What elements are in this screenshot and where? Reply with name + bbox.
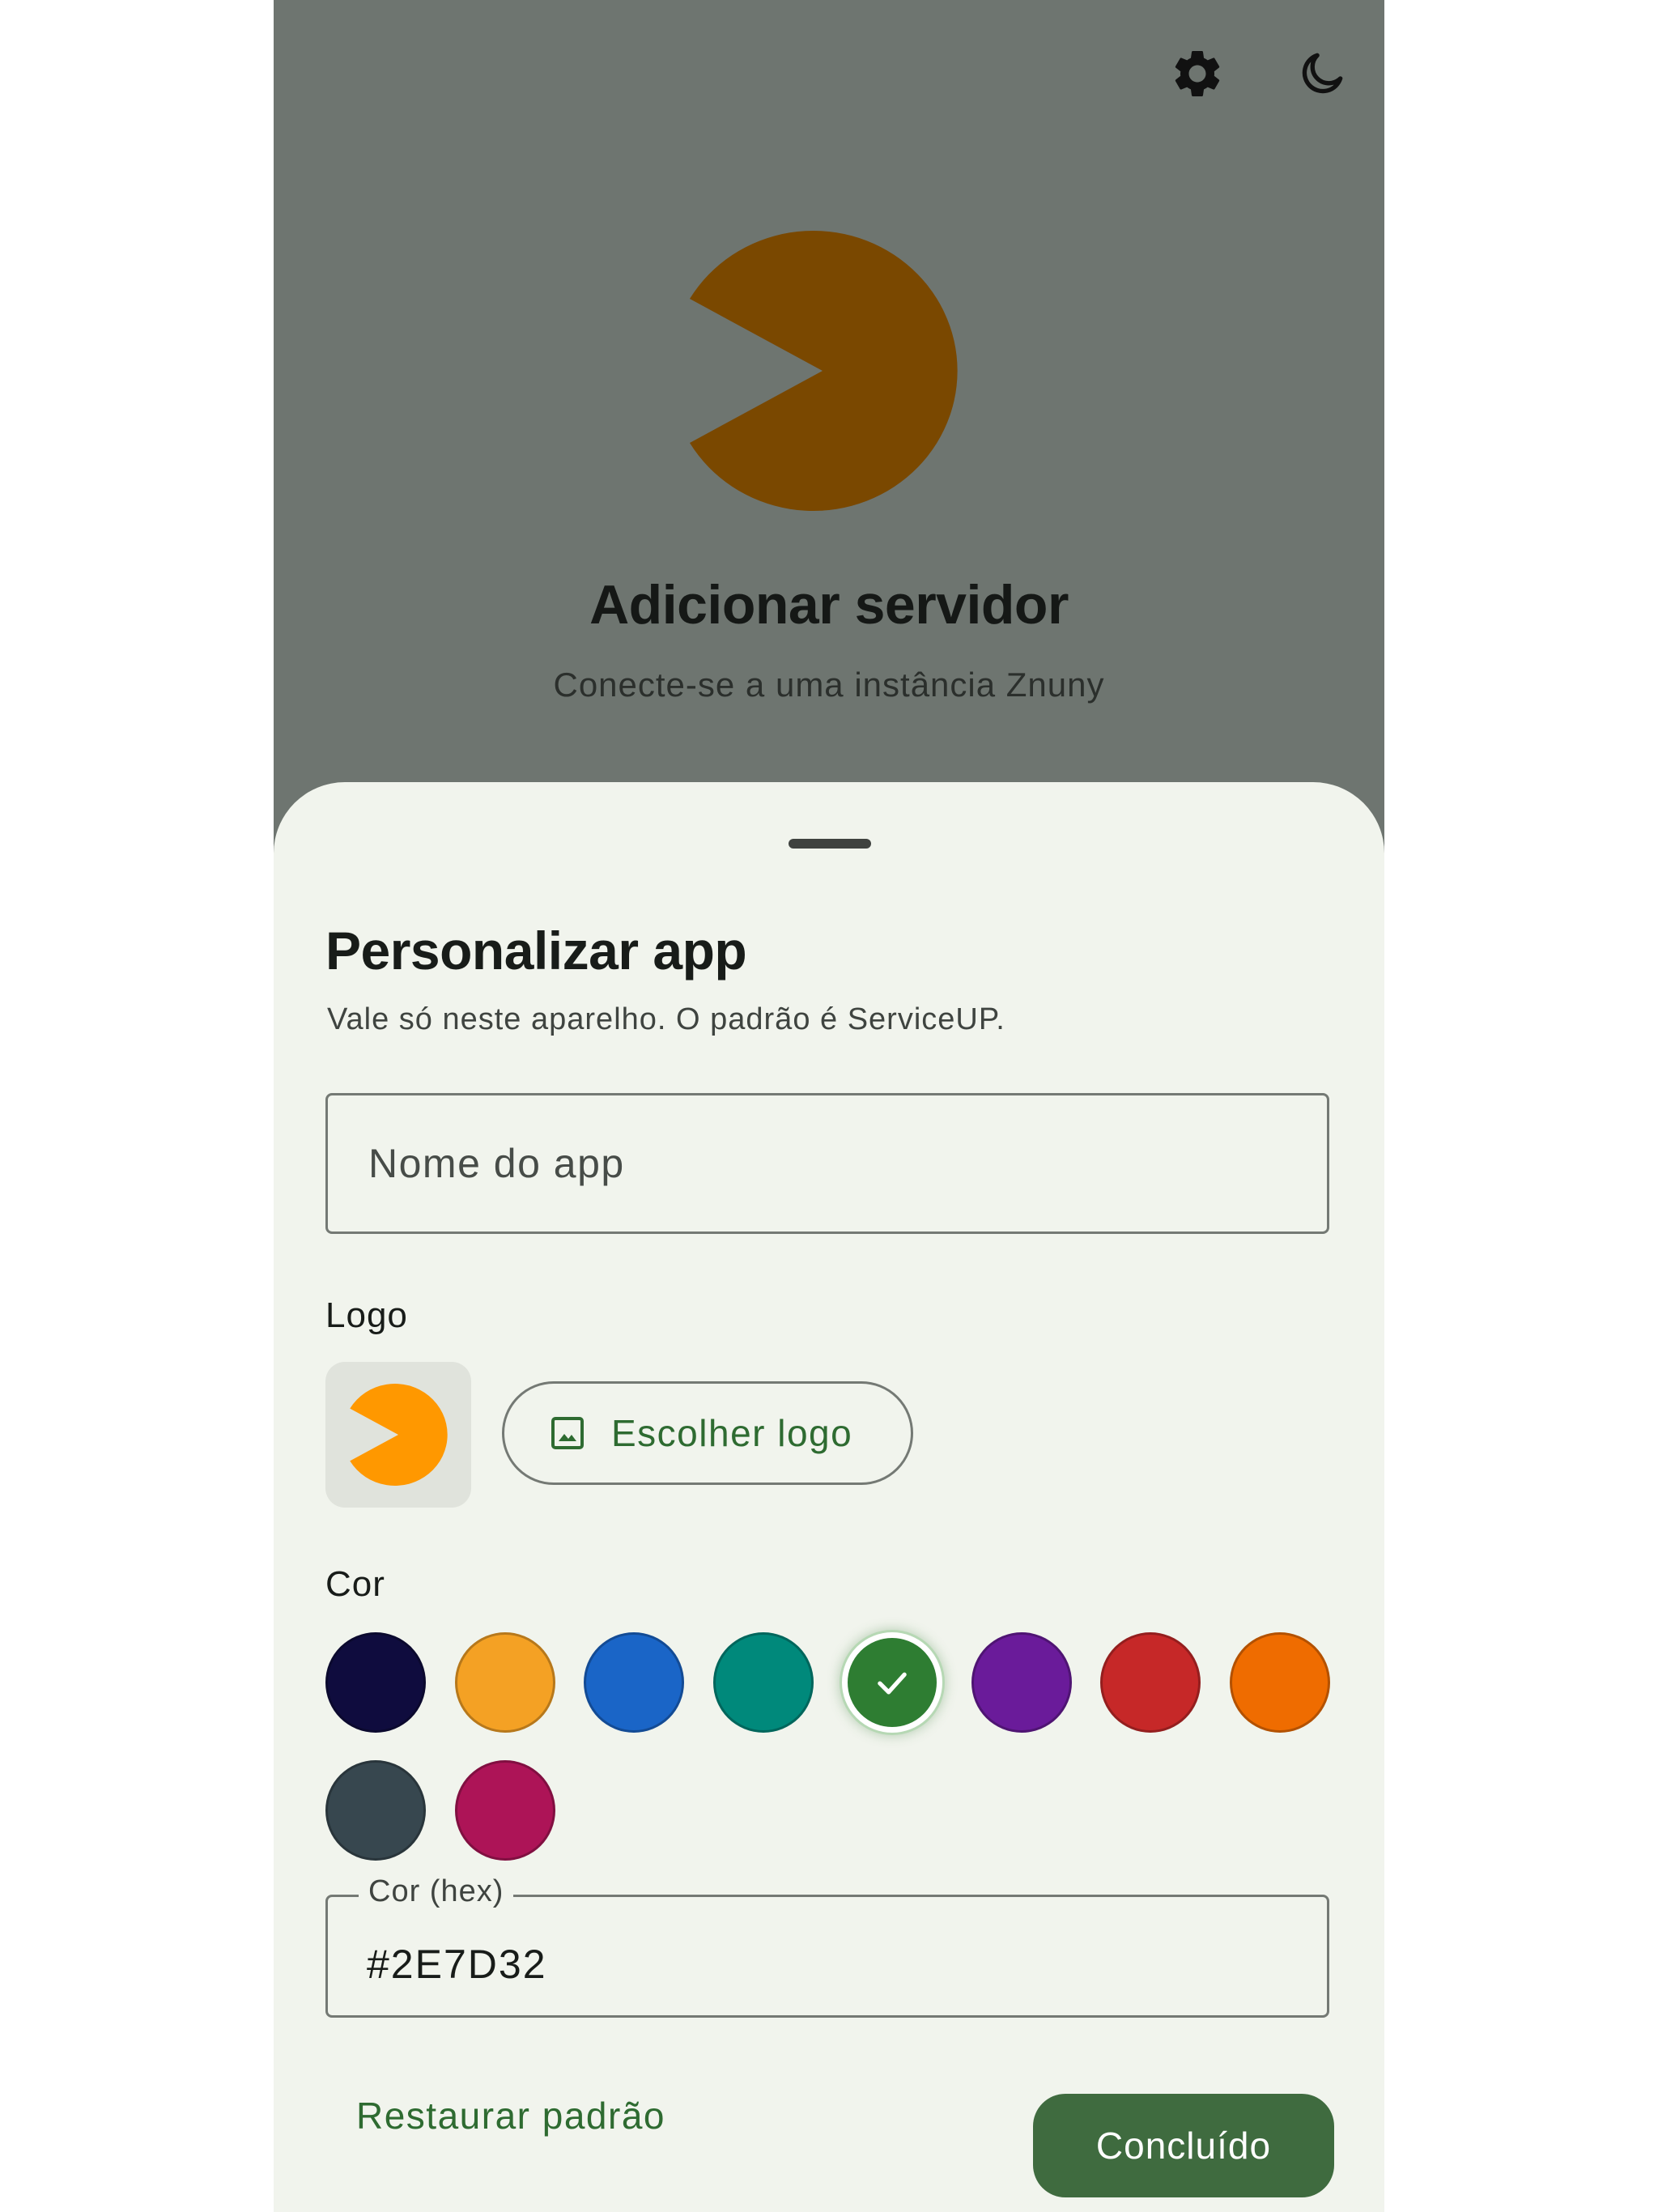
- logo-preview: [325, 1362, 471, 1508]
- color-swatch[interactable]: [842, 1632, 942, 1733]
- app-name-input[interactable]: [325, 1093, 1329, 1234]
- app-logo-icon: [690, 231, 958, 511]
- color-swatch[interactable]: [1100, 1632, 1201, 1733]
- hero-logo-shape: [690, 231, 958, 511]
- color-label: Cor: [325, 1564, 385, 1604]
- color-swatch[interactable]: [325, 1632, 426, 1733]
- page-title: Adicionar servidor: [589, 574, 1069, 636]
- color-swatch[interactable]: [712, 1632, 814, 1733]
- theme-toggle-button[interactable]: [1286, 37, 1358, 110]
- restore-default-button[interactable]: Restaurar padrão: [356, 2094, 665, 2138]
- image-icon: [551, 1417, 584, 1449]
- app-screen: Adicionar servidor Conecte-se a uma inst…: [274, 0, 1384, 2212]
- color-swatch[interactable]: [1229, 1632, 1330, 1733]
- check-icon: [878, 1672, 907, 1695]
- hex-color-input[interactable]: [328, 1897, 1327, 2015]
- hex-color-field: Cor (hex): [325, 1874, 1329, 2018]
- choose-logo-button[interactable]: Escolher logo: [502, 1381, 913, 1485]
- settings-button[interactable]: [1161, 37, 1234, 110]
- sheet-title: Personalizar app: [325, 921, 747, 981]
- drag-handle[interactable]: [789, 839, 871, 849]
- done-button[interactable]: Concluído: [1033, 2094, 1334, 2197]
- logo-label: Logo: [325, 1295, 408, 1335]
- moon-icon: [1302, 53, 1343, 94]
- sheet-subtitle: Vale só neste aparelho. O padrão é Servi…: [327, 1002, 1005, 1036]
- logo-preview-icon: [350, 1384, 448, 1486]
- color-swatch[interactable]: [971, 1632, 1072, 1733]
- choose-logo-label: Escolher logo: [611, 1412, 853, 1454]
- customize-bottom-sheet: Personalizar app Vale só neste aparelho.…: [274, 782, 1384, 2212]
- page-subtitle: Conecte-se a uma instância Znuny: [553, 666, 1105, 704]
- gear-icon: [1175, 50, 1220, 96]
- color-swatch[interactable]: [584, 1632, 684, 1733]
- color-swatch[interactable]: [454, 1632, 555, 1733]
- color-swatch[interactable]: [454, 1760, 555, 1861]
- color-swatch[interactable]: [325, 1760, 426, 1861]
